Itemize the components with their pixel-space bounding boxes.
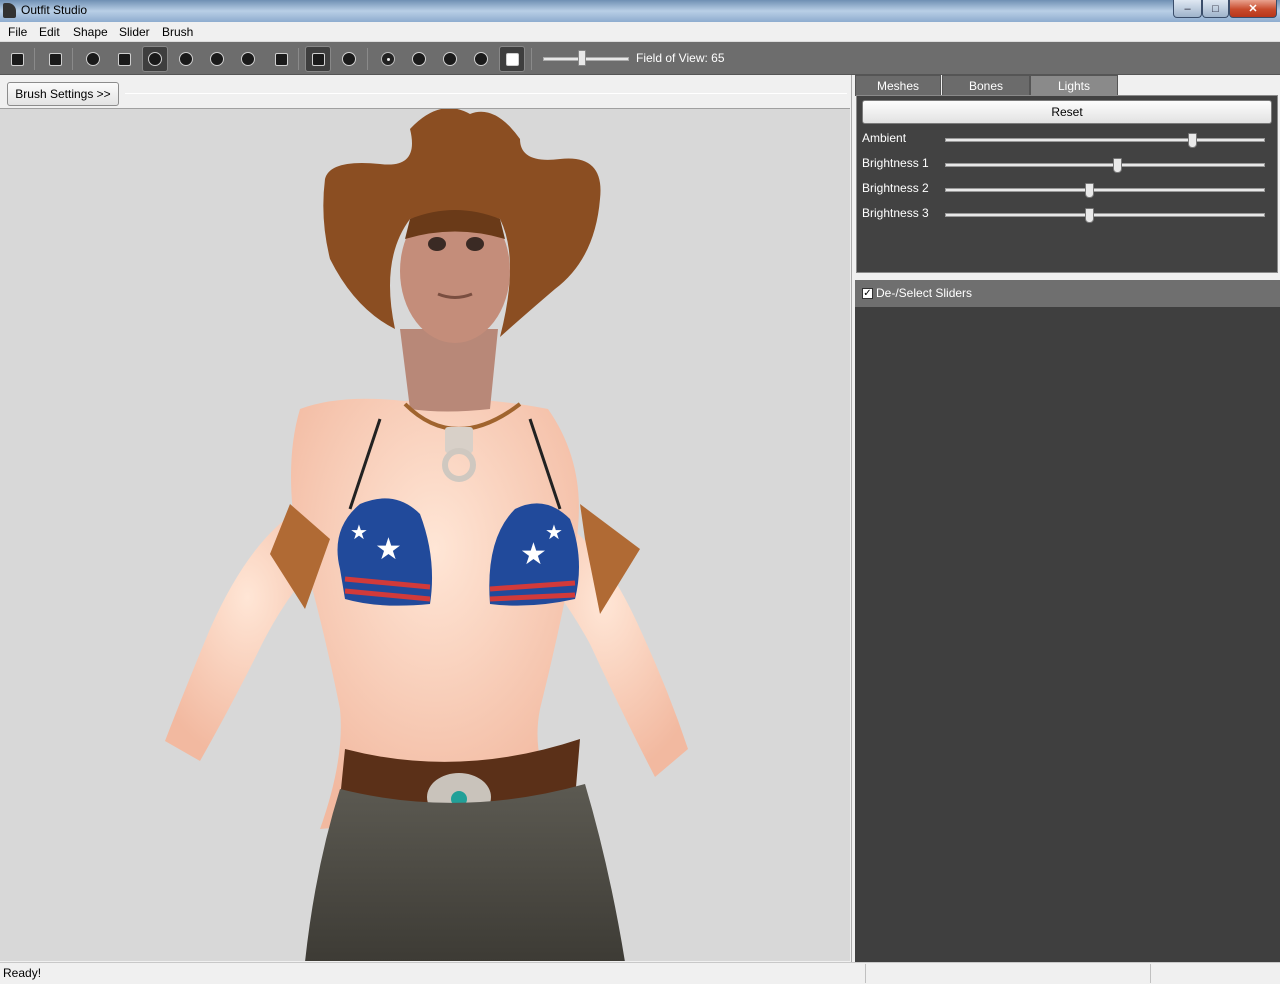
window-title: Outfit Studio bbox=[21, 3, 88, 17]
fov-slider-track[interactable] bbox=[543, 57, 629, 61]
mirror-toggle-icon bbox=[311, 52, 325, 66]
weight-brush-icon bbox=[274, 52, 288, 66]
minimize-icon: – bbox=[1184, 2, 1191, 15]
minimize-button[interactable]: – bbox=[1173, 0, 1202, 18]
vertex-dot-button[interactable] bbox=[375, 46, 401, 72]
wireframe-button[interactable] bbox=[406, 46, 432, 72]
svg-text:★: ★ bbox=[375, 532, 402, 567]
ambient-slider[interactable] bbox=[945, 138, 1265, 142]
status-separator bbox=[865, 964, 866, 983]
close-button[interactable]: ✕ bbox=[1229, 0, 1277, 18]
title-bar: Outfit Studio bbox=[0, 0, 1280, 22]
sliders-list bbox=[855, 307, 1280, 962]
menu-brush[interactable]: Brush bbox=[162, 25, 193, 39]
textures-button[interactable] bbox=[468, 46, 494, 72]
brightness-2-slider-thumb[interactable] bbox=[1084, 183, 1094, 198]
tab-lights[interactable]: Lights bbox=[1030, 75, 1118, 96]
weight-brush-button[interactable] bbox=[268, 46, 294, 72]
smooth-brush-button[interactable] bbox=[235, 46, 261, 72]
tab-meshes[interactable]: Meshes bbox=[855, 75, 941, 96]
model-render: ★ ★ ★ ★ bbox=[165, 109, 688, 961]
status-separator bbox=[1150, 964, 1151, 983]
toolbar-separator bbox=[72, 48, 73, 70]
inflate-brush-button[interactable] bbox=[142, 46, 168, 72]
app-icon bbox=[3, 3, 16, 18]
wireframe-icon bbox=[412, 52, 426, 66]
toolbar-separator bbox=[34, 48, 35, 70]
move-brush-icon bbox=[210, 52, 224, 66]
smooth-brush-icon bbox=[241, 52, 255, 66]
maximize-icon: □ bbox=[1212, 2, 1219, 15]
select-brush-button[interactable] bbox=[80, 46, 106, 72]
brightness-1-label: Brightness 1 bbox=[862, 156, 929, 170]
brightness-2-label: Brightness 2 bbox=[862, 181, 929, 195]
menu-slider[interactable]: Slider bbox=[119, 25, 150, 39]
menu-bar: File Edit Shape Slider Brush bbox=[0, 22, 1280, 42]
3d-viewport[interactable]: ★ ★ ★ ★ bbox=[0, 108, 850, 961]
menu-file[interactable]: File bbox=[8, 25, 27, 39]
ambient-slider-thumb[interactable] bbox=[1187, 133, 1197, 148]
load-reference-icon bbox=[48, 52, 62, 66]
connected-button[interactable] bbox=[336, 46, 362, 72]
maximize-button[interactable]: □ bbox=[1202, 0, 1229, 18]
reset-button[interactable]: Reset bbox=[862, 100, 1272, 124]
move-brush-button[interactable] bbox=[204, 46, 230, 72]
cube-view-icon bbox=[505, 52, 519, 66]
deselect-sliders-checkbox[interactable]: ✓ bbox=[862, 288, 873, 299]
connected-icon bbox=[342, 52, 356, 66]
svg-text:★: ★ bbox=[520, 537, 547, 572]
mask-brush-button[interactable] bbox=[111, 46, 137, 72]
new-project-icon bbox=[10, 52, 24, 66]
brightness-1-slider[interactable] bbox=[945, 163, 1265, 167]
menu-shape[interactable]: Shape bbox=[73, 25, 108, 39]
tab-bones[interactable]: Bones bbox=[942, 75, 1030, 96]
fov-label: Field of View: 65 bbox=[636, 51, 725, 65]
inflate-brush-icon bbox=[148, 52, 162, 66]
toolbar-separator bbox=[298, 48, 299, 70]
brightness-3-label: Brightness 3 bbox=[862, 206, 929, 220]
lighting-button[interactable] bbox=[437, 46, 463, 72]
mask-brush-icon bbox=[117, 52, 131, 66]
fov-slider-thumb[interactable] bbox=[578, 50, 586, 66]
deselect-sliders-label: De-/Select Sliders bbox=[876, 286, 973, 300]
menu-edit[interactable]: Edit bbox=[39, 25, 60, 39]
mirror-toggle-button[interactable] bbox=[305, 46, 331, 72]
status-bar bbox=[0, 962, 1280, 984]
jeans bbox=[305, 784, 625, 961]
cube-view-button[interactable] bbox=[499, 46, 525, 72]
svg-text:★: ★ bbox=[545, 520, 563, 544]
vertex-dot-icon bbox=[381, 52, 395, 66]
brightness-3-slider[interactable] bbox=[945, 213, 1265, 217]
status-text: Ready! bbox=[3, 966, 42, 980]
new-project-button[interactable] bbox=[4, 46, 30, 72]
brightness-3-slider-thumb[interactable] bbox=[1084, 208, 1094, 223]
brush-settings-button[interactable]: Brush Settings >> bbox=[7, 82, 119, 106]
deflate-brush-button[interactable] bbox=[173, 46, 199, 72]
svg-text:★: ★ bbox=[350, 520, 368, 544]
brightness-1-slider-thumb[interactable] bbox=[1112, 158, 1122, 173]
select-brush-icon bbox=[86, 52, 100, 66]
close-icon: ✕ bbox=[1248, 3, 1258, 15]
brush-settings-divider bbox=[125, 93, 847, 94]
toolbar-separator bbox=[531, 48, 532, 70]
brightness-2-slider[interactable] bbox=[945, 188, 1265, 192]
toolbar-separator bbox=[367, 48, 368, 70]
textures-icon bbox=[474, 52, 488, 66]
ambient-label: Ambient bbox=[862, 131, 907, 145]
lighting-icon bbox=[443, 52, 457, 66]
deflate-brush-icon bbox=[179, 52, 193, 66]
load-reference-button[interactable] bbox=[42, 46, 68, 72]
